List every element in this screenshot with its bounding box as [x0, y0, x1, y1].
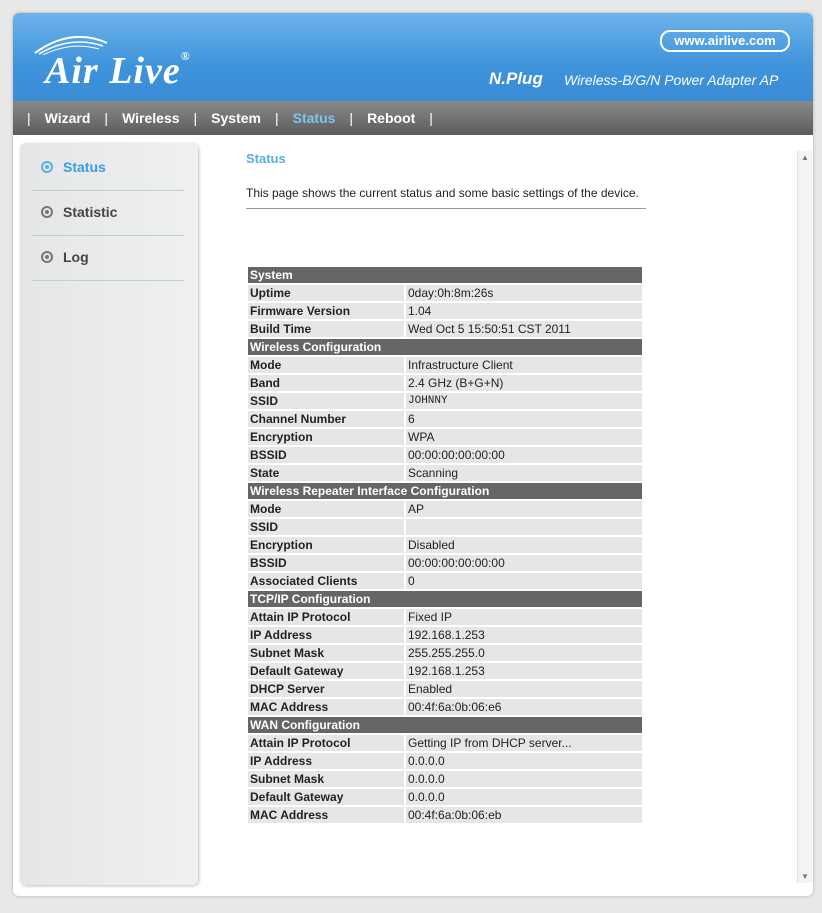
table-row: Band 2.4 GHz (B+G+N) — [248, 375, 642, 391]
section-header-wan: WAN Configuration — [248, 717, 642, 733]
radio-bullet-icon — [41, 161, 53, 173]
sidebar-item-label: Status — [63, 159, 106, 175]
section-header-wireless: Wireless Configuration — [248, 339, 642, 355]
table-row: MAC Address 00:4f:6a:0b:06:e6 — [248, 699, 642, 715]
section-header-tcpip: TCP/IP Configuration — [248, 591, 642, 607]
radio-bullet-icon — [41, 251, 53, 263]
table-row: Subnet Mask 255.255.255.0 — [248, 645, 642, 661]
table-row: Uptime 0day:0h:8m:26s — [248, 285, 642, 301]
main-nav: | Wizard | Wireless | System | Status | … — [13, 101, 813, 135]
radio-bullet-icon — [41, 206, 53, 218]
section-header-repeater: Wireless Repeater Interface Configuratio… — [248, 483, 642, 499]
table-row: Attain IP Protocol Fixed IP — [248, 609, 642, 625]
page-frame: Air Live® www.airlive.com N.Plug Wireles… — [13, 13, 813, 896]
product-name: Wireless-B/G/N Power Adapter AP — [564, 72, 779, 88]
scroll-up-arrow-icon[interactable]: ▲ — [801, 153, 809, 162]
sidebar-item-log[interactable]: Log — [32, 236, 184, 281]
sidebar-item-status[interactable]: Status — [32, 146, 184, 191]
header-banner: Air Live® www.airlive.com N.Plug Wireles… — [13, 13, 813, 101]
scroll-down-arrow-icon[interactable]: ▼ — [801, 872, 809, 881]
content-scrollbar[interactable]: ▲ ▼ — [797, 151, 812, 883]
nav-system[interactable]: System — [199, 110, 273, 126]
nav-wizard[interactable]: Wizard — [33, 110, 103, 126]
nav-reboot[interactable]: Reboot — [355, 110, 427, 126]
section-header-system: System — [248, 267, 642, 283]
sidebar-item-statistic[interactable]: Statistic — [32, 191, 184, 236]
nav-wireless[interactable]: Wireless — [110, 110, 191, 126]
sidebar-item-label: Log — [63, 249, 89, 265]
table-row: Encryption WPA — [248, 429, 642, 445]
nav-status[interactable]: Status — [281, 110, 348, 126]
table-row: Encryption Disabled — [248, 537, 642, 553]
table-row: Channel Number 6 — [248, 411, 642, 427]
table-row: Subnet Mask 0.0.0.0 — [248, 771, 642, 787]
main-content: Status This page shows the current statu… — [246, 151, 666, 209]
table-row: Attain IP Protocol Getting IP from DHCP s… — [248, 735, 642, 751]
table-row: Default Gateway 192.168.1.253 — [248, 663, 642, 679]
airlive-logo[interactable]: Air Live® — [45, 49, 191, 93]
table-row: DHCP Server Enabled — [248, 681, 642, 697]
table-row: Default Gateway 0.0.0.0 — [248, 789, 642, 805]
brand-name: N.Plug — [489, 69, 543, 88]
table-row: IP Address 192.168.1.253 — [248, 627, 642, 643]
sidebar-item-label: Statistic — [63, 204, 118, 220]
table-row: BSSID 00:00:00:00:00:00 — [248, 555, 642, 571]
sidebar: Status Statistic Log — [20, 143, 198, 885]
table-row: Firmware Version 1.04 — [248, 303, 642, 319]
table-row: Mode AP — [248, 501, 642, 517]
table-row: SSID — [248, 519, 642, 535]
table-row: BSSID 00:00:00:00:00:00 — [248, 447, 642, 463]
table-row: IP Address 0.0.0.0 — [248, 753, 642, 769]
page-description: This page shows the current status and s… — [246, 185, 646, 209]
table-row: Build Time Wed Oct 5 15:50:51 CST 2011 — [248, 321, 642, 337]
table-row: Mode Infrastructure Client — [248, 357, 642, 373]
table-row: SSID JOHNNY — [248, 393, 642, 409]
table-row: State Scanning — [248, 465, 642, 481]
page-title: Status — [246, 151, 286, 166]
table-row: MAC Address 00:4f:6a:0b:06:eb — [248, 807, 642, 823]
table-row: Associated Clients 0 — [248, 573, 642, 589]
status-table: System Uptime 0day:0h:8m:26s Firmware Ver… — [246, 265, 644, 825]
site-url-link[interactable]: www.airlive.com — [660, 30, 790, 52]
